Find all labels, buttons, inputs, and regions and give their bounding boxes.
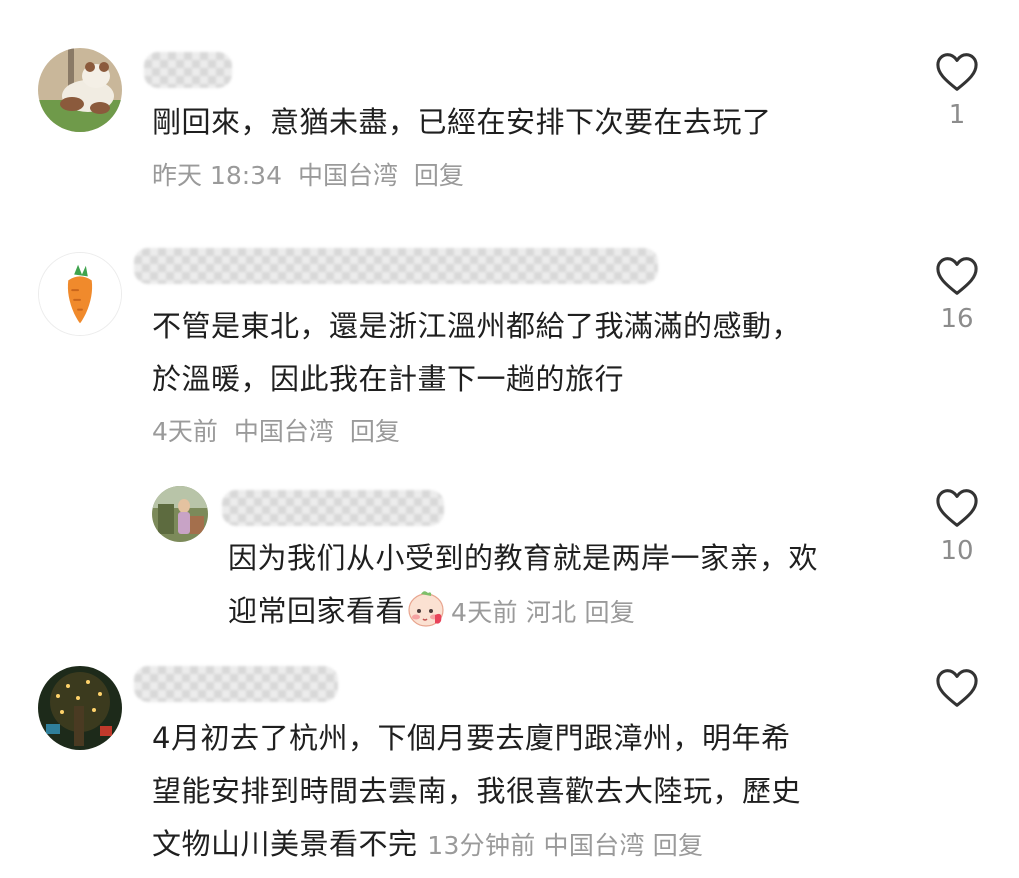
comment-time: 4天前 xyxy=(152,417,218,446)
comment-text-line: 望能安排到時間去雲南，我很喜歡去大陸玩，歷史 xyxy=(152,774,802,808)
username-blurred[interactable] xyxy=(222,490,444,526)
like-control: 10 xyxy=(927,488,987,566)
carrot-avatar-icon[interactable] xyxy=(38,252,122,336)
comment-text-line: 於溫暖，因此我在計畫下一趟的旅行 xyxy=(152,362,625,396)
comment-text: 4月初去了杭州，下個月要去廈門跟漳州，明年希 望能安排到時間去雲南，我很喜歡去大… xyxy=(152,712,801,872)
comment-text-line: 4月初去了杭州，下個月要去廈門跟漳州，明年希 xyxy=(152,721,791,755)
comment-text: 剛回來，意猶未盡，已經在安排下次要在去玩了 xyxy=(152,96,772,149)
heart-icon[interactable] xyxy=(935,256,979,296)
username-blurred[interactable] xyxy=(134,248,658,284)
comment-text-line-with-meta: 文物山川美景看不完 13分钟前 中国台湾 回复 xyxy=(152,818,801,872)
reply-button[interactable]: 回复 xyxy=(653,831,704,860)
comment-meta: 昨天 18:34 中国台湾 回复 xyxy=(152,158,472,194)
like-count: 16 xyxy=(940,304,974,334)
like-control: 1 xyxy=(927,52,987,130)
photo-avatar-icon[interactable] xyxy=(152,486,208,542)
reply-button[interactable]: 回复 xyxy=(350,417,400,446)
comment-text-line: 剛回來，意猶未盡，已經在安排下次要在去玩了 xyxy=(152,105,772,139)
comment-location: 中国台湾 xyxy=(297,161,398,190)
username-blurred[interactable] xyxy=(144,52,232,88)
comment-text-line: 不管是東北，還是浙江溫州都給了我滿滿的感動， xyxy=(152,309,802,343)
comment-text: 不管是東北，還是浙江溫州都給了我滿滿的感動， 於溫暖，因此我在計畫下一趟的旅行 xyxy=(152,300,801,406)
like-count: 1 xyxy=(948,100,966,130)
comment-time: 昨天 18:34 xyxy=(152,161,282,190)
comment-location: 中国台湾 xyxy=(233,417,334,446)
comment-meta: 4天前 河北 回复 xyxy=(451,598,643,627)
heart-icon[interactable] xyxy=(935,488,979,528)
like-control xyxy=(927,668,987,716)
comment-location: 中国台湾 xyxy=(543,831,645,860)
comment-time: 13分钟前 xyxy=(427,831,536,860)
comment-meta: 13分钟前 中国台湾 回复 xyxy=(427,831,711,860)
heart-icon[interactable] xyxy=(935,52,979,92)
blushing-face-emoji xyxy=(405,587,447,646)
reply-button[interactable]: 回复 xyxy=(584,598,635,627)
comment-text-line: 文物山川美景看不完 xyxy=(152,827,418,861)
comment-list: 剛回來，意猶未盡，已經在安排下次要在去玩了 昨天 18:34 中国台湾 回复 1… xyxy=(0,0,1019,878)
like-count: 10 xyxy=(940,536,974,566)
comment-meta: 4天前 中国台湾 回复 xyxy=(152,414,408,450)
username-blurred[interactable] xyxy=(134,666,338,702)
night-tree-avatar-icon[interactable] xyxy=(38,666,122,750)
reply-button[interactable]: 回复 xyxy=(414,161,464,190)
comment-text-line-with-meta: 迎常回家看看 4天前 河北 回复 xyxy=(228,585,818,646)
heart-icon[interactable] xyxy=(935,668,979,708)
comment-location: 河北 xyxy=(525,598,577,627)
comment-text-line: 因为我们从小受到的教育就是两岸一家亲，欢 xyxy=(228,541,819,575)
comment-time: 4天前 xyxy=(451,598,518,627)
comment-text-line: 迎常回家看看 xyxy=(228,594,406,628)
like-control: 16 xyxy=(927,256,987,334)
panda-avatar-icon[interactable] xyxy=(38,48,122,132)
comment-text: 因为我们从小受到的教育就是两岸一家亲，欢 迎常回家看看 4天前 河北 回复 xyxy=(228,532,818,646)
